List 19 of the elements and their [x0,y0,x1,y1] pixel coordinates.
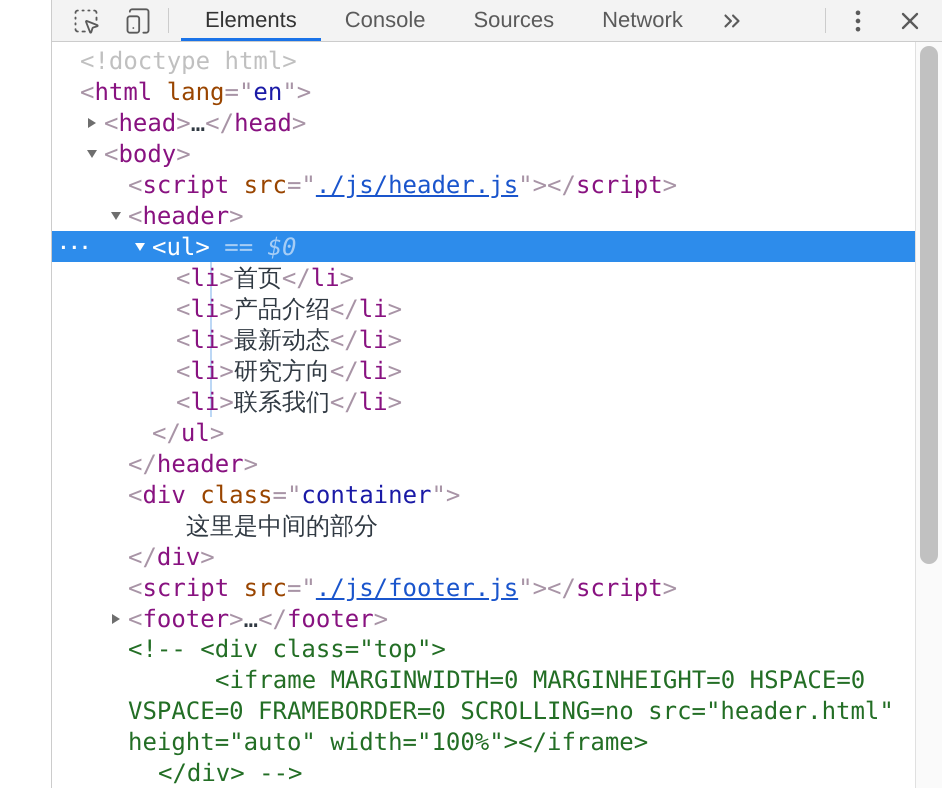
scrollbar[interactable] [915,42,942,788]
collapsed-arrow-icon[interactable] [110,612,122,624]
inspect-icon[interactable] [72,6,100,34]
comment-line: <iframe MARGINWIDTH=0 MARGINHEIGHT=0 HSPACE=0 VSPACE=0 FRAMEBORDER=0 SCROLLING=no src="header.html" height="auto" width="100%"></iframe> [128,665,895,758]
doctype-declaration: <!doctype html> [80,46,297,76]
collapsed-arrow-icon[interactable] [86,116,98,128]
panel-tab[interactable]: Network [578,0,707,41]
text-content: 这里是中间的部分 [185,510,378,542]
panel-tab[interactable]: Console [320,0,450,41]
expanded-arrow-icon[interactable] [110,210,122,222]
comment-line: </div> --> [157,758,304,788]
comment-line: <!-- <div class="top"> [128,634,447,665]
expanded-arrow-icon[interactable] [134,240,146,252]
expanded-arrow-icon[interactable] [86,148,98,160]
device-icon[interactable] [124,6,152,34]
selected-row[interactable]: ... <ul> == $0 [52,231,915,262]
panel-tab[interactable]: Elements [181,0,321,41]
row-menu[interactable]: ... [58,231,91,262]
panel-tab[interactable]: Sources [449,0,578,41]
